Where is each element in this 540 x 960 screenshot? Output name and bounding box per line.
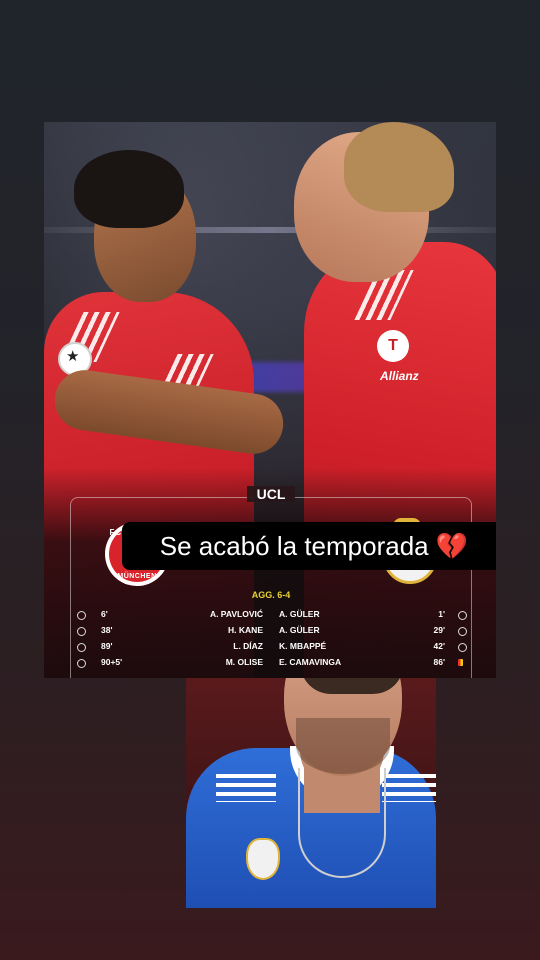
- necklace: [298, 768, 386, 878]
- away-event-minute: 29': [433, 625, 445, 635]
- competition-label: UCL: [71, 486, 471, 502]
- reaction-video: [186, 678, 436, 908]
- away-event-player: A. GÜLER: [279, 609, 320, 619]
- jersey-stripes: [382, 774, 436, 802]
- sponsor-text: Allianz: [380, 369, 419, 383]
- caption-text: Se acabó la temporada: [159, 531, 429, 561]
- event-row: 89' L. DÍAZ K. MBAPPÉ 42': [71, 640, 471, 656]
- home-event-minute: 38': [101, 625, 113, 635]
- ball-icon: [458, 611, 467, 620]
- home-event-player: A. PAVLOVIĆ: [209, 609, 263, 619]
- aggregate-score: AGG. 6-4: [251, 590, 291, 600]
- ball-icon: [77, 643, 86, 652]
- player-right-hair: [344, 122, 454, 212]
- match-image: T Allianz UCL FC BAYERN MÜNCHEN 4 - 3 AG…: [44, 122, 496, 678]
- away-event-minute: 1': [438, 609, 445, 619]
- broken-heart-icon: 💔: [435, 531, 469, 561]
- away-event-player: K. MBAPPÉ: [279, 641, 327, 651]
- home-event-player: L. DÍAZ: [233, 641, 263, 651]
- story-caption: Se acabó la temporada 💔: [122, 522, 496, 570]
- home-event-minute: 6': [101, 609, 108, 619]
- ball-icon: [458, 627, 467, 636]
- ball-icon: [77, 659, 86, 668]
- home-event-player: M. OLISE: [225, 657, 263, 667]
- beard: [296, 718, 390, 774]
- crest-text-bottom: MÜNCHEN: [117, 573, 157, 580]
- event-row: 38' H. KANE A. GÜLER 29': [71, 624, 471, 640]
- ball-icon: [458, 643, 467, 652]
- home-event-player: H. KANE: [228, 625, 263, 635]
- home-event-minute: 89': [101, 641, 113, 651]
- jersey-stripes: [216, 774, 276, 802]
- away-event-minute: 42': [433, 641, 445, 651]
- player-left-hair: [74, 150, 184, 228]
- red-card-icon: [458, 659, 463, 666]
- ball-icon: [77, 611, 86, 620]
- sponsor-logo-icon: T: [377, 330, 409, 362]
- ball-icon: [77, 627, 86, 636]
- real-madrid-crest-icon: [246, 838, 280, 880]
- away-event-player: E. CAMAVINGA: [279, 657, 342, 667]
- away-event-minute: 86': [433, 657, 445, 667]
- event-row: 6' A. PAVLOVIĆ A. GÜLER 1': [71, 608, 471, 624]
- event-row: 90+5' M. OLISE E. CAMAVINGA 86': [71, 656, 471, 672]
- home-event-minute: 90+5': [101, 657, 123, 667]
- away-event-player: A. GÜLER: [279, 625, 320, 635]
